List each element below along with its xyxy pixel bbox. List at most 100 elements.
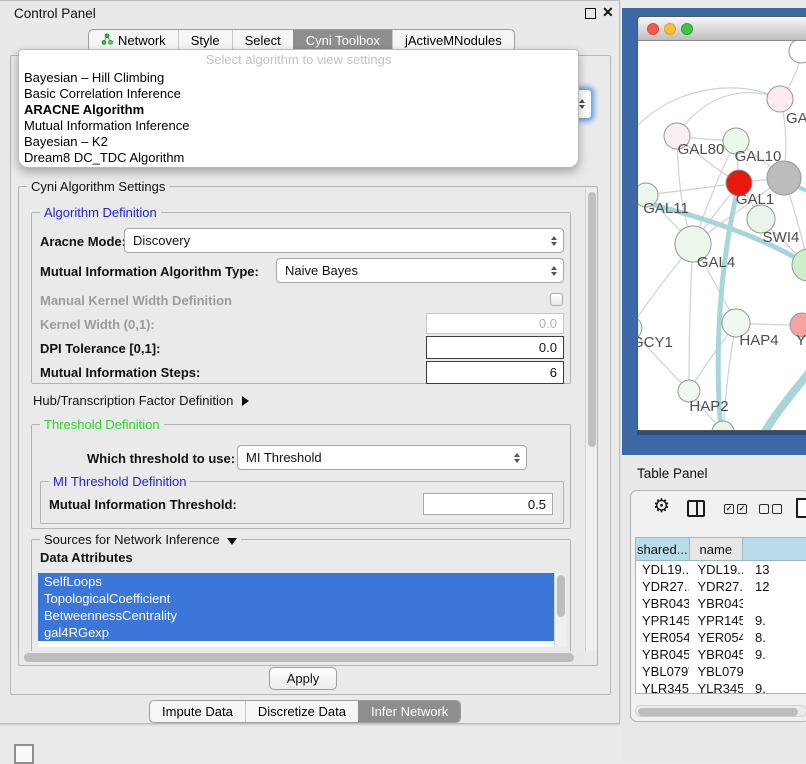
settings-group-title: Cyni Algorithm Settings <box>27 179 169 194</box>
node-label: Y <box>796 332 806 349</box>
tab-style[interactable]: Style <box>178 30 232 51</box>
collapse-down-icon <box>227 538 237 545</box>
mi-threshold-field[interactable]: 0.5 <box>423 493 553 515</box>
table-cell: YER054C <box>689 629 743 646</box>
table-cell: YDR27... <box>636 578 689 595</box>
panel-title: Control Panel <box>14 6 96 21</box>
table-cell: 13 <box>743 561 806 578</box>
window-shadow <box>637 431 806 435</box>
float-panel-icon[interactable] <box>585 8 596 19</box>
new-table-icon[interactable] <box>796 498 806 518</box>
combo-arrows-icon <box>551 266 557 276</box>
node-label: GAL1 <box>736 191 774 208</box>
mi-steps-field[interactable]: 6 <box>426 361 564 384</box>
aracne-mode-select[interactable]: Discovery <box>124 228 564 253</box>
tab-network[interactable]: Network <box>89 30 178 51</box>
manual-kernel-label: Manual Kernel Width Definition <box>40 293 232 308</box>
tab-discretize-data[interactable]: Discretize Data <box>245 701 358 722</box>
which-threshold-select[interactable]: MI Threshold <box>237 445 527 470</box>
tab-impute-data[interactable]: Impute Data <box>150 701 245 722</box>
table-horizontal-scrollbar[interactable] <box>635 705 806 717</box>
sources-group-title[interactable]: Sources for Network Inference <box>40 532 241 547</box>
cyni-algorithm-settings-group: Cyni Algorithm Settings Algorithm Defini… <box>18 186 598 666</box>
column-header-name[interactable]: name <box>690 538 744 560</box>
deselect-all-checkboxes-icon[interactable] <box>759 504 782 514</box>
column-header-shared-name[interactable]: shared... <box>636 538 690 560</box>
table-row[interactable]: YDL19...YDL19...13 <box>636 561 806 578</box>
close-window-icon[interactable] <box>647 23 659 35</box>
mi-threshold-group-title: MI Threshold Definition <box>49 474 190 489</box>
table-cell: YDR27... <box>689 578 743 595</box>
settings-vertical-scrollbar[interactable] <box>585 189 597 651</box>
node-label: SWI4 <box>763 229 800 246</box>
algorithm-option[interactable]: Mutual Information Inference <box>19 118 578 134</box>
table-row[interactable]: YPR145WYPR145W9. <box>636 612 806 629</box>
expand-right-icon <box>242 396 249 406</box>
table-cell: YDL19... <box>636 561 689 578</box>
mi-steps-label: Mutual Information Steps: <box>40 365 200 380</box>
select-all-checkboxes-icon[interactable]: ✓✓ <box>724 504 747 514</box>
combo-arrows-icon <box>551 236 557 246</box>
minimized-panel-icon[interactable] <box>14 744 34 764</box>
data-attribute-item[interactable]: gal4RGexp <box>38 624 554 641</box>
table-row[interactable]: YER054CYER054C8. <box>636 629 806 646</box>
node-table: shared... name YDL19...YDL19...13YDR27..… <box>635 537 806 694</box>
table-row[interactable]: YBR045CYBR045C9. <box>636 646 806 663</box>
zoom-window-icon[interactable] <box>681 23 693 35</box>
table-body: YDL19...YDL19...13YDR27...YDR27...12YBR0… <box>636 561 806 694</box>
dpi-tolerance-label: DPI Tolerance [0,1]: <box>40 341 160 356</box>
tab-infer-network[interactable]: Infer Network <box>358 701 460 722</box>
network-window-titlebar[interactable] <box>638 17 806 41</box>
table-cell <box>743 595 806 612</box>
settings-horizontal-scrollbar[interactable] <box>21 651 585 664</box>
table-panel: Table Panel ⚙ ✓✓ shared... name YDL19...… <box>622 455 806 762</box>
data-attribute-item[interactable]: TopologicalCoefficient <box>38 590 554 607</box>
gear-icon[interactable]: ⚙ <box>653 497 670 516</box>
mi-type-select[interactable]: Naive Bayes <box>276 258 564 283</box>
tab-jactivemnodules[interactable]: jActiveMNodules <box>392 30 514 51</box>
network-view-window: GALGAL80GAL10GAL1GAL11SWI4GAL4GCY1HAP4YH… <box>637 16 806 431</box>
network-canvas[interactable]: GALGAL80GAL10GAL1GAL11SWI4GAL4GCY1HAP4YH… <box>638 41 806 430</box>
table-row[interactable]: YBR043CYBR043C <box>636 595 806 612</box>
threshold-definition-title: Threshold Definition <box>40 417 164 432</box>
table-row[interactable]: YBL079WYBL079W <box>636 663 806 680</box>
apply-button[interactable]: Apply <box>269 667 337 690</box>
algorithm-option[interactable]: Basic Correlation Inference <box>19 86 578 102</box>
column-header-cut[interactable] <box>743 538 806 560</box>
mi-type-label: Mutual Information Algorithm Type: <box>40 264 259 279</box>
algorithm-option[interactable]: ARACNE Algorithm <box>19 102 578 118</box>
tab-select[interactable]: Select <box>232 30 293 51</box>
close-panel-icon[interactable]: ✕ <box>602 4 614 21</box>
node-label: GAL10 <box>735 148 782 165</box>
network-node[interactable] <box>792 249 806 281</box>
algorithm-option[interactable]: Dream8 DC_TDC Algorithm <box>19 150 578 166</box>
minimize-window-icon[interactable] <box>664 23 676 35</box>
table-cell: 9. <box>743 646 806 663</box>
table-cell: YER054C <box>636 629 689 646</box>
node-label: HAP4 <box>739 332 778 349</box>
table-row[interactable]: YDR27...YDR27...12 <box>636 578 806 595</box>
data-attribute-item[interactable]: BetweennessCentrality <box>38 607 554 624</box>
data-attribute-item[interactable]: SelfLoops <box>38 573 554 590</box>
table-cell: YBR045C <box>689 646 743 663</box>
algorithm-option[interactable]: Bayesian – Hill Climbing <box>19 70 578 86</box>
columns-icon[interactable] <box>687 500 705 517</box>
kernel-width-field[interactable]: 0.0 <box>426 313 564 334</box>
table-cell: YBR045C <box>636 646 689 663</box>
manual-kernel-checkbox[interactable] <box>550 293 563 306</box>
hub-definition-expander[interactable]: Hub/Transcription Factor Definition <box>33 393 249 408</box>
node-label: GAL4 <box>697 254 735 271</box>
network-node[interactable] <box>767 161 801 195</box>
attributes-scrollbar[interactable] <box>554 573 566 647</box>
algorithm-option[interactable]: Bayesian – K2 <box>19 134 578 150</box>
dpi-tolerance-field[interactable]: 0.0 <box>426 336 564 359</box>
table-cell: YBR043C <box>636 595 689 612</box>
table-row[interactable]: YLR345WYLR345W9. <box>636 680 806 694</box>
tab-cyni-toolbox[interactable]: Cyni Toolbox <box>293 30 392 51</box>
node-label: HAP2 <box>689 398 728 415</box>
data-attributes-list: SelfLoopsTopologicalCoefficientBetweenne… <box>38 573 566 647</box>
network-node[interactable] <box>767 86 793 112</box>
node-label: GAL80 <box>678 141 725 158</box>
table-cell: YDL19... <box>689 561 743 578</box>
network-node[interactable] <box>789 41 806 63</box>
